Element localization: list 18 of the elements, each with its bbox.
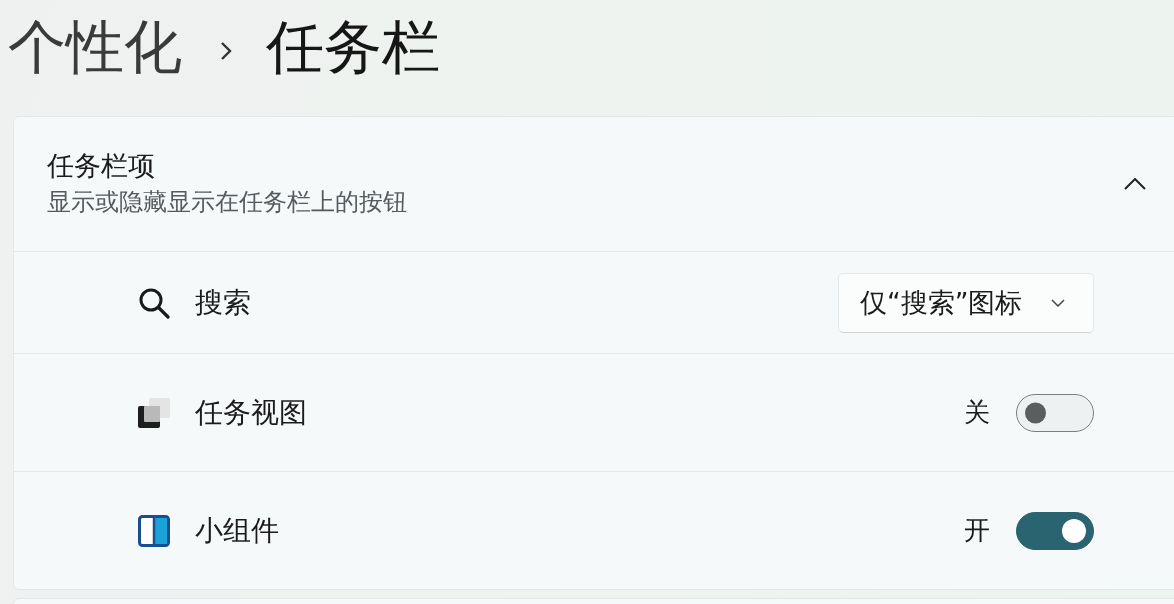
chevron-right-icon: [220, 41, 232, 61]
search-mode-dropdown[interactable]: 仅“搜索”图标: [838, 272, 1094, 333]
caret-icon: [1051, 298, 1065, 307]
overlapping-squares-icon: [138, 397, 170, 428]
toggle-switch[interactable]: [1016, 393, 1094, 432]
setting-label: 任务视图: [195, 394, 308, 430]
page-title: 任务栏: [266, 13, 440, 83]
setting-label: 搜索: [195, 284, 252, 320]
panel-icon: [138, 514, 170, 547]
chevron-up-icon[interactable]: [1124, 178, 1146, 190]
setting-label: 小组件: [195, 512, 280, 548]
section-title: 任务栏项: [47, 149, 156, 183]
section-subtitle: 显示或隐藏显示在任务栏上的按钮: [47, 187, 408, 218]
toggle-state-label: 开: [964, 514, 990, 547]
toggle-switch[interactable]: [1016, 511, 1094, 550]
search-icon: [138, 286, 170, 319]
toggle-state-label: 关: [964, 396, 990, 429]
breadcrumb-link[interactable]: 个性化: [8, 13, 182, 83]
